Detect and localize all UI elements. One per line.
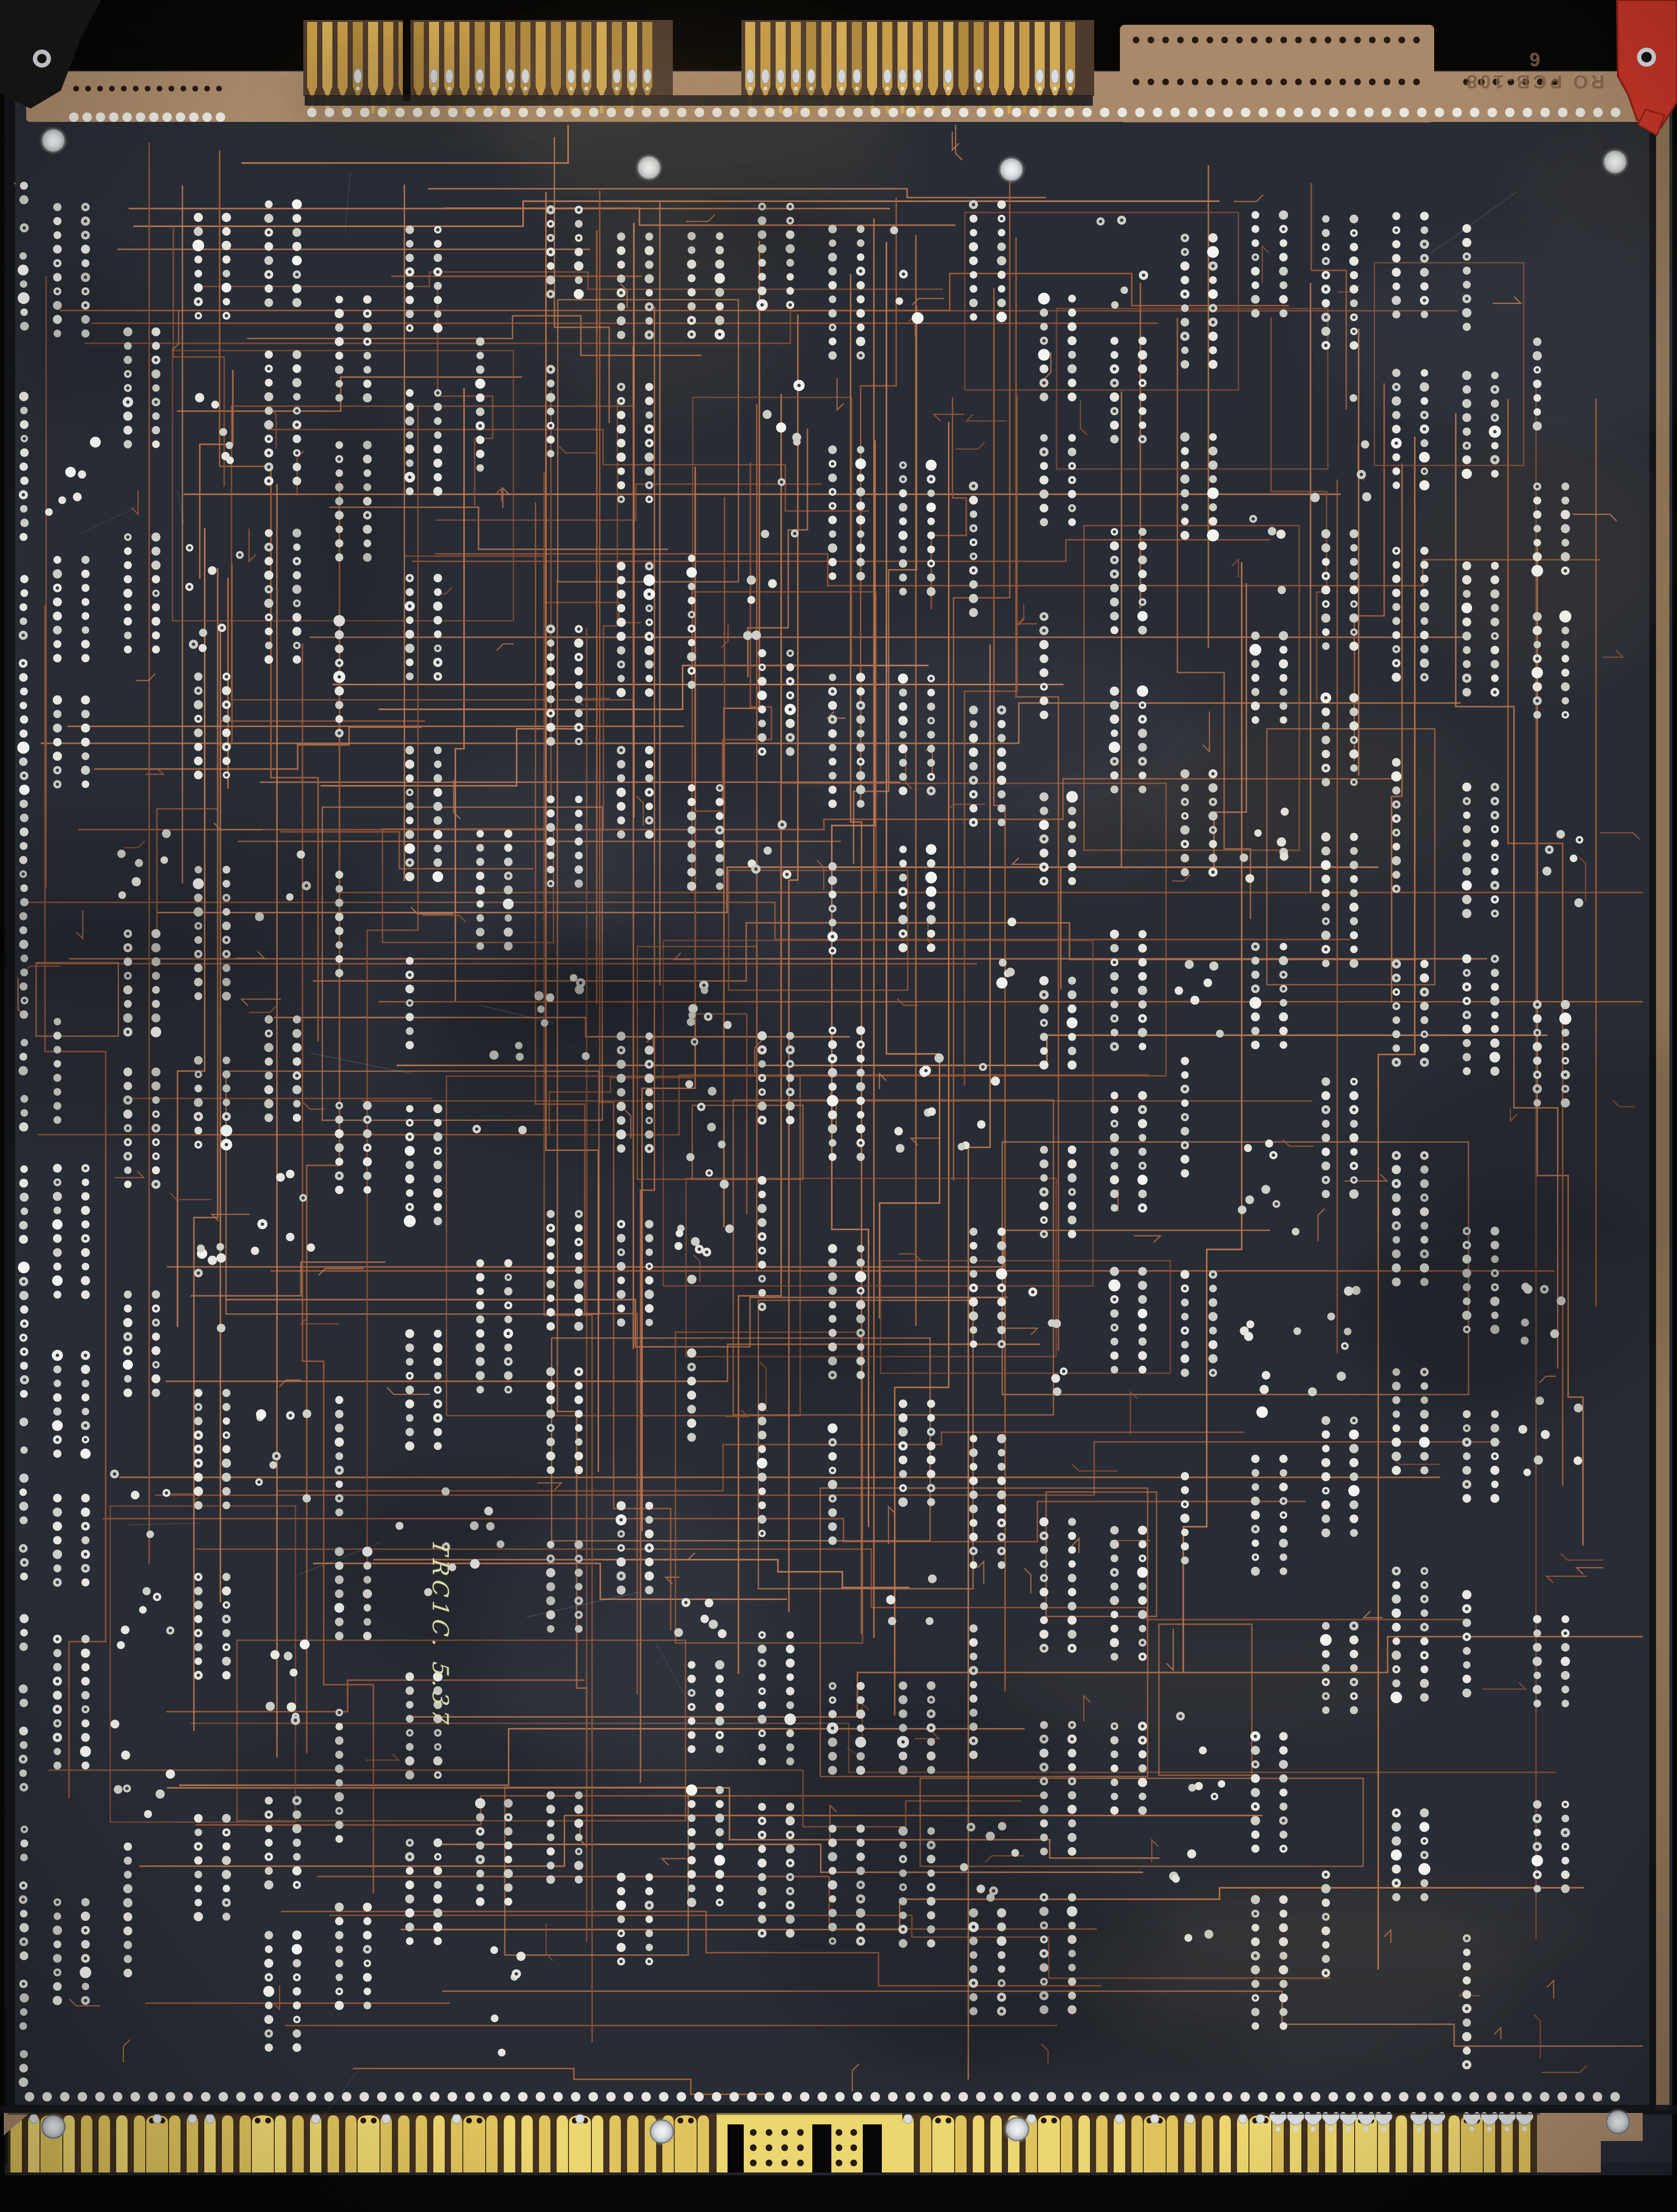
pcb-scan: TRC1C. 5.37 RO PCB-108 6: [0, 0, 1677, 2212]
embossed-part-number-stamp: RO PCB-108 6: [1460, 49, 1607, 91]
surface-wear-overlay: [0, 0, 1677, 2212]
handwritten-board-marking: TRC1C. 5.37: [428, 1539, 453, 1730]
pcb-board-illustration: [0, 0, 1677, 2212]
